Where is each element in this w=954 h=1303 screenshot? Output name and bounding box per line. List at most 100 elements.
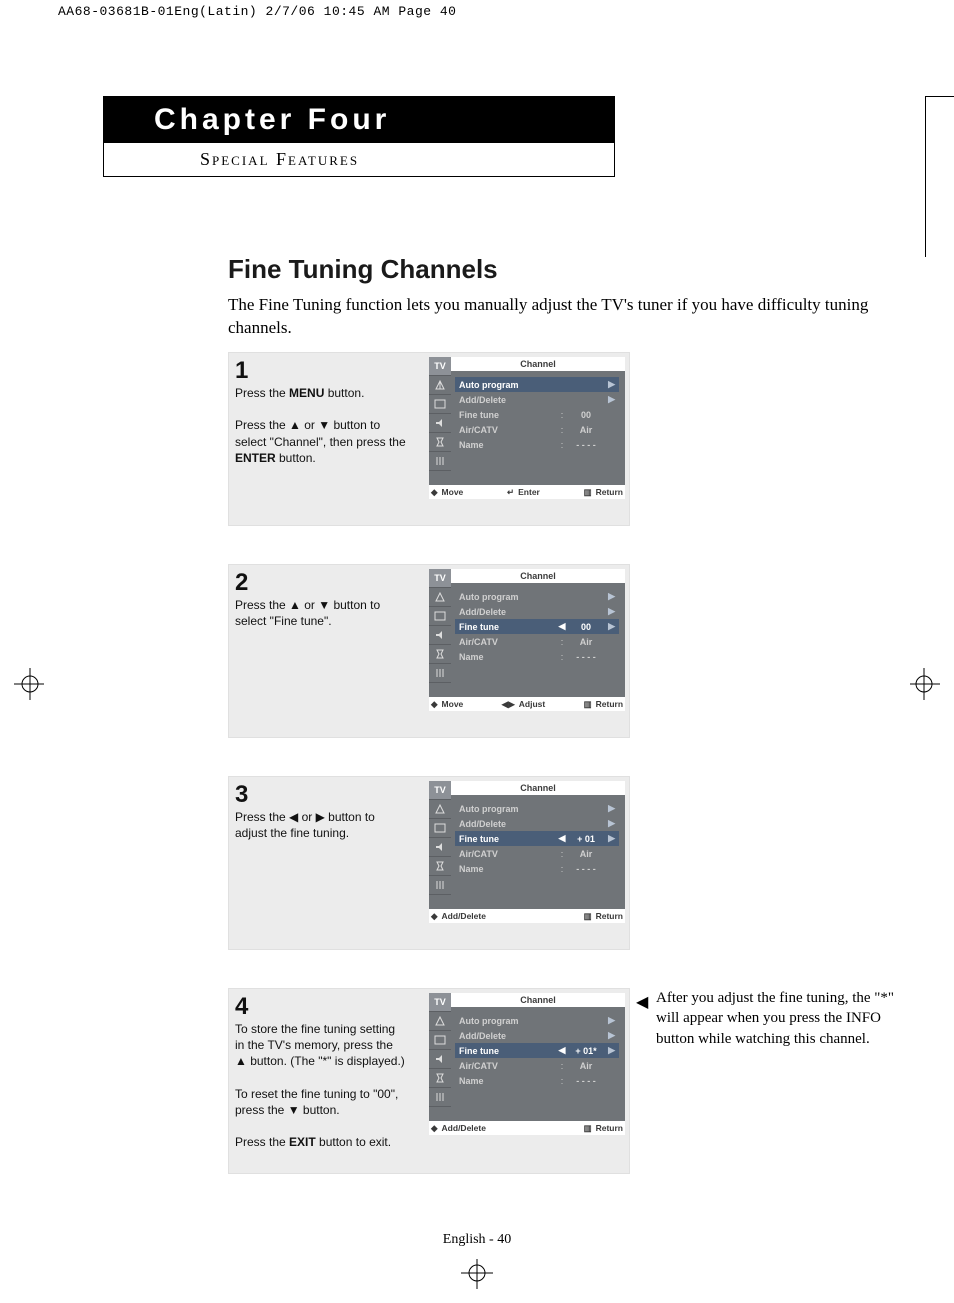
t: Press the ▲ or ▼ button to select "Fine … (235, 598, 380, 628)
r: Air/CATV (459, 637, 557, 647)
r: Air/CATV (459, 425, 557, 435)
antenna-icon (429, 376, 451, 395)
chapter-title: Chapter Four (104, 97, 614, 143)
f: Move (442, 699, 464, 709)
step-number: 4 (235, 995, 407, 1019)
chevron-left-icon: ◀ (557, 833, 567, 844)
t: MENU (289, 386, 324, 400)
v: + 01* (567, 1046, 605, 1056)
chevron-left-icon: ◀ (557, 621, 567, 632)
r: Air/CATV (459, 1061, 557, 1071)
r: Air/CATV (459, 849, 557, 859)
t: Press the (235, 1135, 289, 1149)
registration-mark-bottom (455, 1259, 499, 1303)
v: 00 (567, 622, 605, 632)
chapter-header: Chapter Four Special Features (103, 96, 615, 177)
osd-title: Channel (451, 569, 625, 583)
chevron-right-icon: ▶ (605, 1030, 615, 1041)
chevron-right-icon: ▶ (605, 606, 615, 617)
osd-title: Channel (451, 781, 625, 795)
r: Add/Delete (459, 607, 605, 617)
updown-icon: ◆ (431, 911, 438, 922)
t: EXIT (289, 1135, 316, 1149)
v: Air (567, 425, 605, 435)
return-icon: ▥ (584, 911, 592, 922)
timer-icon (429, 645, 451, 664)
osd-menu: Auto program▶ Add/Delete▶ Fine tune◀+ 01… (455, 1013, 619, 1088)
picture-icon (429, 607, 451, 626)
osd-footer: ◆Move ↵Enter ▥Return (429, 485, 625, 499)
t: Press the ▲ or ▼ button to select "Chann… (235, 418, 406, 448)
t: Press the (235, 386, 289, 400)
setup-icon (429, 876, 451, 895)
osd-footer: ◆ Add/Delete ▥ Return (429, 909, 625, 923)
step-4-text: 4 To store the fine tuning setting in th… (229, 989, 417, 1157)
v: Air (567, 637, 605, 647)
timer-icon (429, 1069, 451, 1088)
step-4: 4 To store the fine tuning setting in th… (228, 988, 630, 1174)
f: Return (596, 911, 623, 921)
step-number: 2 (235, 571, 407, 595)
setup-icon (429, 1088, 451, 1107)
osd-footer: ◆Move ◀▶Adjust ▥Return (429, 697, 625, 711)
t: button to exit. (316, 1135, 391, 1149)
osd-tab-tv: TV (429, 357, 451, 376)
t: To store the fine tuning setting in the … (235, 1022, 405, 1068)
updown-icon: ◆ (431, 487, 438, 498)
step-1: 1 Press the MENU button. Press the ▲ or … (228, 352, 630, 526)
return-icon: ▥ (584, 1123, 592, 1134)
setup-icon (429, 664, 451, 683)
v: Air (567, 1061, 605, 1071)
chevron-right-icon: ▶ (605, 1045, 615, 1056)
r: Name (459, 1076, 557, 1086)
f: Return (596, 487, 623, 497)
print-header: AA68-03681B-01Eng(Latin) 2/7/06 10:45 AM… (0, 0, 954, 23)
sound-icon (429, 838, 451, 857)
r: Fine tune (459, 834, 557, 844)
t: ENTER (235, 451, 276, 465)
f: Adjust (519, 699, 545, 709)
note-arrow-icon: ◀ (636, 992, 648, 1012)
chevron-right-icon: ▶ (605, 591, 615, 602)
osd-title: Channel (451, 357, 625, 371)
chevron-right-icon: ▶ (605, 394, 615, 405)
v: - - - - (567, 652, 605, 662)
chevron-left-icon: ◀ (557, 1045, 567, 1056)
registration-mark-left (0, 662, 44, 706)
f: Add/Delete (442, 911, 486, 921)
step-number: 1 (235, 359, 407, 383)
r: Auto program (459, 380, 605, 390)
osd-tab-tv: TV (429, 569, 451, 588)
picture-icon (429, 1031, 451, 1050)
r: Fine tune (459, 1046, 557, 1056)
leftright-icon: ◀▶ (502, 699, 515, 710)
step-2: 2 Press the ▲ or ▼ button to select "Fin… (228, 564, 630, 738)
antenna-icon (429, 800, 451, 819)
chevron-right-icon: ▶ (605, 621, 615, 632)
r: Auto program (459, 592, 605, 602)
picture-icon (429, 819, 451, 838)
crop-mark-top-right (925, 96, 954, 257)
updown-icon: ◆ (431, 699, 438, 710)
picture-icon (429, 395, 451, 414)
osd-footer: ◆Add/Delete ▥Return (429, 1121, 625, 1135)
r: Fine tune (459, 410, 557, 420)
f: Return (596, 1123, 623, 1133)
f: Add/Delete (442, 1123, 486, 1133)
chevron-right-icon: ▶ (605, 1015, 615, 1026)
registration-mark-right (910, 662, 954, 706)
r: Name (459, 864, 557, 874)
osd-tab-tv: TV (429, 993, 451, 1012)
section-title: Fine Tuning Channels (228, 254, 498, 285)
side-note: After you adjust the fine tuning, the "*… (656, 988, 916, 1049)
r: Add/Delete (459, 1031, 605, 1041)
osd-tab-tv: TV (429, 781, 451, 800)
osd-side-tabs: TV (429, 357, 451, 485)
step-number: 3 (235, 783, 407, 807)
chevron-right-icon: ▶ (605, 833, 615, 844)
v: Air (567, 849, 605, 859)
osd-side-tabs: TV (429, 993, 451, 1121)
r: Name (459, 652, 557, 662)
antenna-icon (429, 1012, 451, 1031)
sound-icon (429, 414, 451, 433)
